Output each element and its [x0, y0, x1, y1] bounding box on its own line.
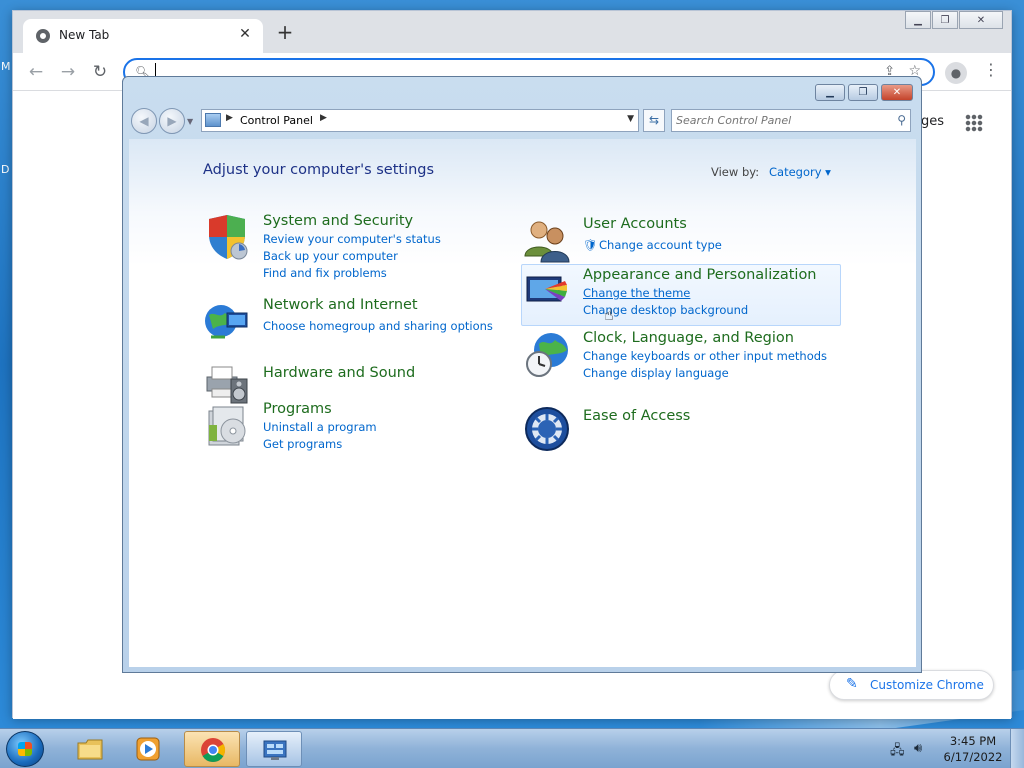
- recent-pages-dropdown-icon[interactable]: ▼: [187, 117, 193, 126]
- appearance-monitor-icon: [526, 276, 567, 302]
- breadcrumb-arrow-icon[interactable]: ▶: [320, 113, 327, 123]
- back-button[interactable]: ◀: [131, 108, 157, 134]
- taskbar-control-panel-button[interactable]: [246, 731, 302, 767]
- new-tab-button[interactable]: +: [275, 22, 295, 43]
- tab-title: New Tab: [59, 28, 110, 42]
- desktop-icon-label-d[interactable]: D: [1, 163, 9, 176]
- control-panel-icon: [263, 740, 287, 760]
- page-title: Adjust your computer's settings: [203, 162, 435, 178]
- category-title[interactable]: User Accounts: [583, 216, 687, 232]
- link-homegroup-sharing[interactable]: Choose homegroup and sharing options: [263, 319, 493, 333]
- category-title[interactable]: Programs: [263, 401, 332, 417]
- media-player-icon: [136, 737, 160, 761]
- close-button[interactable]: ✕: [959, 11, 1003, 29]
- link-back-up[interactable]: Back up your computer: [263, 249, 398, 263]
- chrome-logo-icon: [201, 738, 226, 763]
- view-by-value: Category: [769, 165, 822, 179]
- category-user-accounts: User Accounts 🛡 Change account type: [523, 216, 843, 263]
- network-tray-icon[interactable]: 🖧: [890, 741, 905, 763]
- programs-disc-icon: [208, 406, 246, 446]
- control-panel-content: Adjust your computer's settings View by:…: [129, 139, 916, 667]
- clock-date[interactable]: 6/17/2022: [942, 750, 1004, 764]
- category-clock-language-region: Clock, Language, and Region Change keybo…: [523, 330, 843, 390]
- link-change-theme[interactable]: Change the theme: [583, 286, 690, 300]
- link-find-fix-problems[interactable]: Find and fix problems: [263, 266, 387, 280]
- link-change-display-language[interactable]: Change display language: [583, 366, 729, 380]
- reload-icon[interactable]: ↻: [89, 61, 111, 83]
- chrome-favicon-icon: [36, 29, 50, 43]
- address-bar[interactable]: ▶ Control Panel ▶ ▼: [201, 109, 639, 132]
- forward-arrow-icon[interactable]: →: [57, 61, 79, 83]
- taskbar-chrome-button[interactable]: [184, 731, 240, 767]
- refresh-icon[interactable]: ⇆: [643, 109, 665, 132]
- cp-minimize-button[interactable]: ▁: [815, 84, 845, 101]
- clock-globe-icon: [526, 333, 568, 377]
- customize-chrome-label: Customize Chrome: [870, 678, 984, 692]
- uac-shield-icon: 🛡: [583, 238, 598, 252]
- apps-grid-icon[interactable]: [965, 114, 983, 132]
- control-panel-window-controls: ▁ ❐ ✕: [812, 84, 913, 101]
- link-change-keyboards[interactable]: Change keyboards or other input methods: [583, 349, 827, 363]
- network-globe-icon: [205, 305, 248, 339]
- chrome-window-controls: ▁ ❐ ✕: [904, 11, 1003, 29]
- printer-speaker-icon: [206, 366, 248, 404]
- category-title[interactable]: Ease of Access: [583, 408, 690, 424]
- profile-avatar-icon[interactable]: ●: [945, 62, 967, 84]
- chrome-tab-new-tab[interactable]: New Tab ✕: [23, 19, 263, 53]
- address-dropdown-icon[interactable]: ▼: [627, 114, 634, 124]
- cp-maximize-button[interactable]: ❐: [848, 84, 878, 101]
- start-button[interactable]: [6, 731, 44, 767]
- control-panel-icon: [205, 113, 221, 127]
- link-get-programs[interactable]: Get programs: [263, 437, 342, 451]
- cp-close-button[interactable]: ✕: [881, 84, 913, 101]
- category-system-and-security: System and Security Review your computer…: [203, 213, 503, 280]
- images-link[interactable]: ges: [921, 114, 944, 129]
- clock-time[interactable]: 3:45 PM: [942, 734, 1004, 748]
- back-arrow-icon[interactable]: ←: [25, 61, 47, 83]
- forward-button[interactable]: ▶: [159, 108, 185, 134]
- category-appearance-and-personalization: Appearance and Personalization Change th…: [523, 267, 843, 323]
- taskbar: 🖧 🔊︎ 3:45 PM 6/17/2022: [0, 728, 1024, 768]
- show-desktop-button[interactable]: [1010, 729, 1024, 768]
- category-title[interactable]: Network and Internet: [263, 297, 418, 313]
- category-programs: Programs Uninstall a program Get program…: [203, 401, 503, 461]
- category-title[interactable]: Appearance and Personalization: [583, 267, 817, 283]
- desktop-icon-label-m[interactable]: M: [1, 60, 11, 73]
- folder-icon: [77, 739, 103, 760]
- chrome-titlebar: New Tab ✕ + ▁ ❐ ✕: [13, 11, 1011, 53]
- windows-logo-icon: [18, 742, 32, 756]
- shield-icon: [209, 215, 248, 260]
- customize-chrome-button[interactable]: ✎ Customize Chrome: [829, 670, 994, 700]
- users-icon: [524, 221, 570, 263]
- search-icon[interactable]: ⚲: [897, 113, 906, 127]
- category-ease-of-access: Ease of Access: [523, 405, 843, 453]
- chrome-menu-icon[interactable]: ⋮: [983, 60, 999, 79]
- control-panel-window: ▁ ❐ ✕ ◀ ▶ ▼ ▶ Control Panel ▶ ▼ ⇆ ⚲ Adju…: [122, 76, 922, 673]
- category-title[interactable]: System and Security: [263, 213, 413, 229]
- maximize-button[interactable]: ❐: [932, 11, 958, 29]
- view-by-dropdown[interactable]: Category ▾: [769, 165, 831, 179]
- ease-of-access-icon: [525, 407, 569, 451]
- search-box[interactable]: ⚲: [671, 109, 911, 132]
- hand-cursor-icon: ☝: [604, 305, 614, 324]
- search-control-panel-input[interactable]: [676, 112, 886, 129]
- link-uninstall-program[interactable]: Uninstall a program: [263, 420, 377, 434]
- category-title[interactable]: Hardware and Sound: [263, 365, 415, 381]
- category-title[interactable]: Clock, Language, and Region: [583, 330, 794, 346]
- taskbar-explorer-button[interactable]: [62, 731, 118, 767]
- breadcrumb-arrow-icon[interactable]: ▶: [226, 113, 233, 123]
- link-change-account-type[interactable]: Change account type: [599, 238, 722, 252]
- breadcrumb-control-panel[interactable]: Control Panel: [240, 114, 313, 127]
- tab-close-icon[interactable]: ✕: [237, 26, 253, 44]
- link-review-status[interactable]: Review your computer's status: [263, 232, 441, 246]
- pencil-icon: ✎: [846, 676, 858, 692]
- view-by-label: View by:: [711, 165, 760, 179]
- category-network-and-internet: Network and Internet Choose homegroup an…: [203, 297, 503, 341]
- volume-tray-icon[interactable]: 🔊︎: [914, 741, 922, 756]
- minimize-button[interactable]: ▁: [905, 11, 931, 29]
- taskbar-media-player-button[interactable]: [120, 731, 176, 767]
- category-hardware-and-sound: Hardware and Sound: [203, 359, 503, 407]
